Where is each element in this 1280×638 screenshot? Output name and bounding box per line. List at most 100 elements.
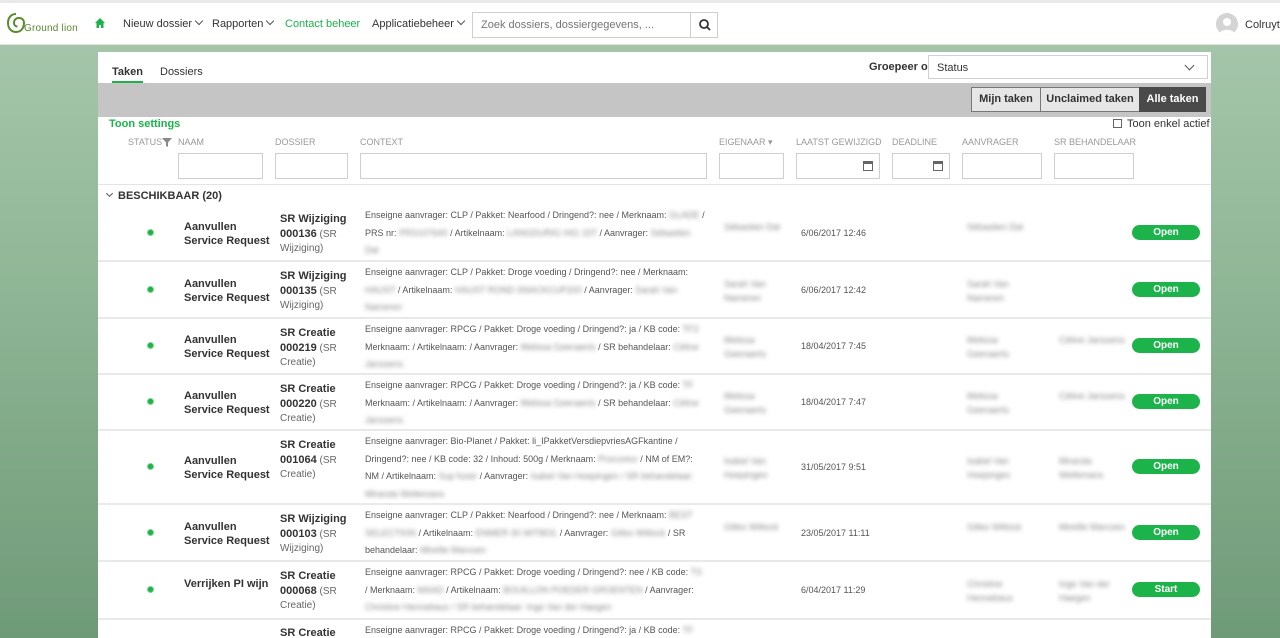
toon-settings-link[interactable]: Toon settings	[109, 118, 180, 130]
table-row[interactable]: Aanvullen Service Request SR Wijziging 000…	[98, 505, 1211, 562]
task-name: Aanvullen Service Request	[184, 455, 270, 481]
ground-lion-logo[interactable]: Ground lion	[6, 12, 82, 38]
group-header-beschikbaar[interactable]: BESCHIKBAAR (20)	[105, 189, 222, 202]
group-by-value: Status	[937, 62, 969, 74]
context-blurred: TF2	[682, 324, 699, 334]
filter-laatst-gewijzigd-input[interactable]	[796, 153, 880, 179]
chevron-down-icon	[266, 16, 275, 26]
lion-logo-icon	[6, 13, 26, 34]
toon-enkel-actief-label: Toon enkel actief	[1127, 118, 1210, 130]
owner-cell: Melissa Geenaerts	[724, 335, 767, 359]
open-button[interactable]: Open	[1132, 281, 1200, 297]
filter-unclaimed-taken[interactable]: Unclaimed taken	[1040, 87, 1140, 112]
nav-rapporten[interactable]: Rapporten	[212, 16, 275, 30]
dossier-cell[interactable]: SR Creatie 000220 (SR Creatie)	[280, 382, 360, 426]
filter-deadline-input[interactable]	[892, 153, 950, 179]
filter-naam-input[interactable]	[178, 153, 263, 179]
context-blurred: Melissa Geenaerts	[520, 341, 596, 352]
requester-cell: Sébastien Dal	[967, 221, 1024, 232]
calendar-icon[interactable]	[863, 161, 873, 171]
toon-enkel-actief-checkbox[interactable]	[1113, 119, 1122, 128]
nav-label: Contact beheer	[285, 18, 361, 30]
owner-cell: Sébastien Dal	[724, 221, 781, 232]
last-modified-cell: 6/06/2017 12:42	[801, 284, 867, 295]
nav-nieuw-dossier[interactable]: Nieuw dossier	[123, 16, 204, 30]
filter-dossier-input[interactable]	[275, 153, 348, 179]
calendar-icon[interactable]	[933, 161, 943, 171]
context-blurred: TF	[682, 380, 694, 390]
open-button[interactable]: Open	[1132, 338, 1200, 353]
context-blurred: Procureur	[598, 453, 638, 464]
requester-cell: Sarah Van Nameren	[967, 278, 1009, 303]
group-by-select[interactable]: Status	[928, 55, 1208, 79]
filter-aanvrager-input[interactable]	[962, 153, 1042, 179]
context-blurred: ENMER 30 WITBOL	[475, 527, 558, 538]
table-row[interactable]: Aanvullen Service Request SR Creatie 00021…	[98, 319, 1211, 375]
user-name[interactable]: Colruyt	[1245, 19, 1280, 31]
open-button[interactable]: Open	[1132, 524, 1200, 540]
dossier-cell[interactable]: SR Creatie	[280, 626, 360, 638]
requester-cell: Melissa Geenaerts	[967, 391, 1010, 415]
table-row[interactable]: Verrijken PI wijn SR Creatie 000068 (SR Cr…	[98, 562, 1211, 620]
last-modified-cell: 18/04/2017 7:47	[801, 397, 867, 407]
context-blurred: GLADE	[669, 210, 700, 220]
search-icon	[699, 19, 711, 31]
dossier-cell[interactable]: SR Wijziging 000135 (SR Wijziging)	[280, 269, 360, 313]
requester-cell: Christine Hennebaux	[967, 579, 1014, 603]
table-row[interactable]: Aanvullen Service Request SR Creatie 00022…	[98, 375, 1211, 431]
start-button[interactable]: Start	[1132, 582, 1200, 597]
task-name: Verrijken PI wijn	[184, 578, 269, 590]
context-line: Merknaam: / Artikelnaam: / Aanvrager:	[365, 397, 519, 408]
table-row[interactable]: Aanvullen Service Request SR Creatie 00106…	[98, 431, 1211, 505]
context-line: Enseigne aanvrager: CLP / Pakket: Nearfo…	[365, 210, 667, 220]
last-modified-cell: 31/05/2017 9:51	[801, 462, 867, 472]
dossier-cell[interactable]: SR Creatie 000219 (SR Creatie)	[280, 326, 360, 370]
last-modified-cell: 23/05/2017 11:11	[801, 527, 870, 538]
open-button[interactable]: Open	[1132, 459, 1200, 474]
dossier-cell[interactable]: SR Wijziging 000136 (SR Wijziging)	[280, 212, 360, 256]
nav-label: Applicatiebeheer	[372, 18, 454, 30]
dossier-number: 000103	[280, 528, 317, 540]
tab-taken[interactable]: Taken	[112, 66, 143, 83]
task-table: Aanvullen Service Request SR Wijziging 000…	[98, 205, 1211, 638]
nav-contact-beheer[interactable]: Contact beheer	[285, 18, 360, 30]
open-button[interactable]: Open	[1132, 224, 1200, 240]
filter-alle-taken[interactable]: Alle taken	[1139, 87, 1206, 112]
dossier-type: SR Wijziging	[280, 513, 347, 525]
user-avatar[interactable]	[1216, 13, 1238, 35]
search-button[interactable]	[690, 13, 718, 37]
dossier-type: SR Creatie	[280, 383, 336, 395]
nav-label: Rapporten	[212, 18, 264, 30]
dossier-cell[interactable]: SR Wijziging 000103 (SR Wijziging)	[280, 512, 360, 556]
context-line: / Merknaam:	[365, 584, 416, 595]
open-button[interactable]: Open	[1132, 394, 1200, 409]
col-deadline: DEADLINE	[892, 137, 938, 147]
tab-dossiers[interactable]: Dossiers	[160, 66, 203, 78]
table-row[interactable]: SR Creatie Enseigne aanvrager: RPCG / Pa…	[98, 620, 1211, 638]
status-dot-icon	[147, 228, 154, 236]
search-input[interactable]	[473, 13, 690, 37]
dossier-cell[interactable]: SR Creatie 000068 (SR Creatie)	[280, 569, 360, 613]
filter-context-input[interactable]	[360, 153, 707, 179]
toon-enkel-actief[interactable]: Toon enkel actief	[1113, 118, 1210, 130]
table-row[interactable]: Aanvullen Service Request SR Wijziging 000…	[98, 205, 1211, 262]
logo-text: Ground lion	[24, 23, 78, 34]
context-line: / Artikelnaam:	[446, 584, 501, 595]
handler-cell: Céline Janssens	[1059, 335, 1126, 345]
home-icon[interactable]	[94, 17, 106, 29]
col-eigenaar[interactable]: EIGENAAR ▾	[719, 137, 773, 148]
context-blurred: HAUST	[365, 284, 396, 295]
dossier-type: SR Creatie	[280, 627, 336, 638]
task-name: Aanvullen Service Request	[184, 520, 270, 547]
context-blurred: BOUILLON POEDER GROENTEN	[503, 584, 643, 595]
handler-cell: Mireille Marcoen	[1059, 521, 1126, 532]
nav-applicatiebeheer[interactable]: Applicatiebeheer	[372, 16, 466, 30]
filter-icon[interactable]	[162, 138, 172, 147]
filter-mijn-taken[interactable]: Mijn taken	[971, 87, 1041, 112]
table-row[interactable]: Aanvullen Service Request SR Wijziging 000…	[98, 262, 1211, 319]
dossier-cell[interactable]: SR Creatie 001064 (SR Creatie)	[280, 438, 360, 482]
status-dot-icon	[147, 398, 154, 405]
filter-behandelaar-input[interactable]	[1054, 153, 1134, 179]
filter-eigenaar-input[interactable]	[719, 153, 784, 179]
context-blurred: HAUST ROND SNACKCUP200	[454, 284, 582, 295]
